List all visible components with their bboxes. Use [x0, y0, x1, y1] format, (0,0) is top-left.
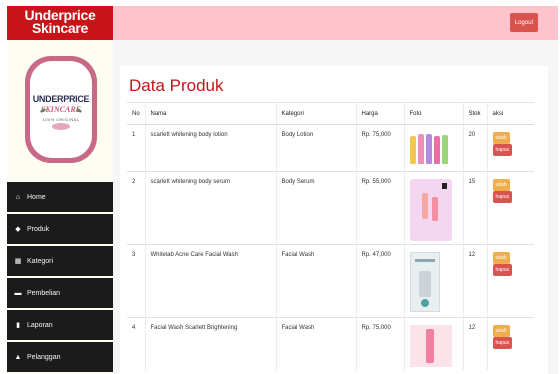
cell-stok: 20: [463, 124, 488, 172]
column-header-nama: Nama: [145, 102, 277, 125]
cell-aksi: ubahhapus: [487, 124, 534, 172]
cell-nama: scarlett whitening body serum: [145, 171, 277, 245]
bottle-shape: [425, 134, 432, 164]
column-header-no: No: [127, 102, 146, 125]
cell-stok: 12: [463, 317, 488, 370]
brand-title[interactable]: Underprice Skincare: [7, 6, 113, 40]
delete-button[interactable]: hapus: [492, 264, 513, 276]
cell-nama: scarlett whitening body lotion: [145, 124, 277, 172]
delete-button[interactable]: hapus: [492, 337, 513, 349]
tube-shape: [418, 271, 431, 297]
sidebar-menu: ⌂ Home ◆ Produk ▦ Kategori ▬ Pembelian ▮…: [7, 182, 113, 374]
sidebar-item-label: Pelanggan: [27, 353, 61, 361]
cell-kategori: Body Lotion: [276, 124, 357, 172]
cell-nama: Facial Wash Scarlett Brightening: [145, 317, 277, 370]
table-row: 3 Whitelab Acne Care Facial Wash Facial …: [127, 244, 534, 318]
bottle-shape: [417, 134, 424, 164]
cell-harga: Rp. 55,000: [356, 171, 405, 245]
app-frame: Underprice Skincare UNDERPRICE SKINCARE …: [0, 0, 560, 374]
badge-shape: [441, 183, 447, 189]
sidebar-item-pelanggan[interactable]: ▲ Pelanggan: [7, 342, 113, 372]
bottle-shape: [421, 193, 428, 219]
file-icon: ▮: [16, 322, 20, 329]
grid-icon: ▦: [14, 258, 22, 265]
product-image: [409, 132, 452, 164]
cell-no: 2: [127, 171, 146, 245]
cell-aksi: ubahhapus: [487, 171, 534, 245]
logo-text-original: 100% ORIGINAL: [42, 117, 80, 122]
delete-button[interactable]: hapus: [492, 191, 513, 203]
home-icon: ⌂: [15, 193, 21, 201]
cell-aksi: ubahhapus: [487, 244, 534, 318]
dot-shape: [420, 299, 429, 307]
cell-kategori: Facial Wash: [276, 244, 357, 318]
delete-button[interactable]: hapus: [492, 144, 513, 156]
logo-text-skincare: SKINCARE: [40, 105, 82, 114]
product-image: [409, 252, 440, 312]
cell-kategori: Facial Wash: [276, 317, 357, 370]
cell-foto: [404, 317, 464, 370]
column-header-stok: Stok: [463, 102, 488, 125]
cell-nama: Whitelab Acne Care Facial Wash: [145, 244, 277, 318]
column-header-kategori: Kategori: [276, 102, 357, 125]
label-shape: [414, 259, 435, 262]
bottle-shape: [441, 135, 448, 164]
edit-button[interactable]: ubah: [492, 179, 510, 191]
bottle-shape: [431, 197, 438, 221]
gift-icon: ◆: [15, 226, 21, 233]
logo-area: UNDERPRICE SKINCARE 100% ORIGINAL: [7, 40, 113, 180]
bottle-shape: [409, 136, 416, 164]
edit-button[interactable]: ubah: [492, 132, 510, 144]
logo-text-underprice: UNDERPRICE: [32, 94, 90, 104]
table-row: 4 Facial Wash Scarlett Brightening Facia…: [127, 317, 534, 370]
table-row: 2 scarlett whitening body serum Body Ser…: [127, 171, 534, 245]
column-header-harga: Harga: [356, 102, 405, 125]
product-image: [409, 179, 452, 241]
bottle-shape: [433, 136, 440, 164]
cell-harga: Rp. 75,000: [356, 124, 405, 172]
cell-foto: [404, 171, 464, 245]
tube-shape: [425, 329, 434, 363]
column-header-aksi: aksi: [487, 102, 534, 125]
sidebar-item-kategori[interactable]: ▦ Kategori: [7, 246, 113, 276]
table-row: 1 scarlett whitening body lotion Body Lo…: [127, 124, 534, 172]
sidebar-item-pembelian[interactable]: ▬ Pembelian: [7, 278, 113, 308]
cart-icon: ▬: [14, 289, 22, 297]
cell-no: 1: [127, 124, 146, 172]
flower-icon: [52, 123, 70, 130]
cell-foto: [404, 244, 464, 318]
cell-foto: [404, 124, 464, 172]
user-icon: ▲: [14, 353, 22, 361]
cell-stok: 12: [463, 244, 488, 318]
cell-no: 3: [127, 244, 146, 318]
sidebar: Underprice Skincare UNDERPRICE SKINCARE …: [7, 6, 113, 374]
sidebar-item-label: Produk: [27, 225, 50, 233]
cell-aksi: ubahhapus: [487, 317, 534, 370]
page-title: Data Produk: [129, 76, 224, 95]
sidebar-item-laporan[interactable]: ▮ Laporan: [7, 310, 113, 340]
cell-kategori: Body Serum: [276, 171, 357, 245]
store-logo: UNDERPRICE SKINCARE 100% ORIGINAL: [25, 56, 97, 163]
sidebar-item-label: Laporan: [27, 321, 53, 329]
edit-button[interactable]: ubah: [492, 325, 510, 337]
cell-stok: 15: [463, 171, 488, 245]
product-table: No Nama Kategori Harga Foto Stok aksi 1 …: [127, 102, 534, 370]
cell-harga: Rp. 75,000: [356, 317, 405, 370]
column-header-foto: Foto: [404, 102, 464, 125]
product-image: [409, 325, 452, 367]
logo-inner: UNDERPRICE SKINCARE 100% ORIGINAL: [30, 61, 92, 158]
edit-button[interactable]: ubah: [492, 252, 510, 264]
sidebar-item-label: Pembelian: [27, 289, 61, 297]
cell-harga: Rp. 47,000: [356, 244, 405, 318]
sidebar-item-home[interactable]: ⌂ Home: [7, 182, 113, 212]
logout-button[interactable]: Logout: [510, 13, 538, 32]
sidebar-item-label: Kategori: [27, 257, 54, 265]
top-bar: Logout: [113, 6, 558, 40]
sidebar-item-produk[interactable]: ◆ Produk: [7, 214, 113, 244]
brand-line2: Skincare: [32, 20, 88, 36]
sidebar-item-label: Home: [27, 193, 46, 201]
cell-no: 4: [127, 317, 146, 370]
table-header-row: No Nama Kategori Harga Foto Stok aksi: [127, 102, 534, 125]
